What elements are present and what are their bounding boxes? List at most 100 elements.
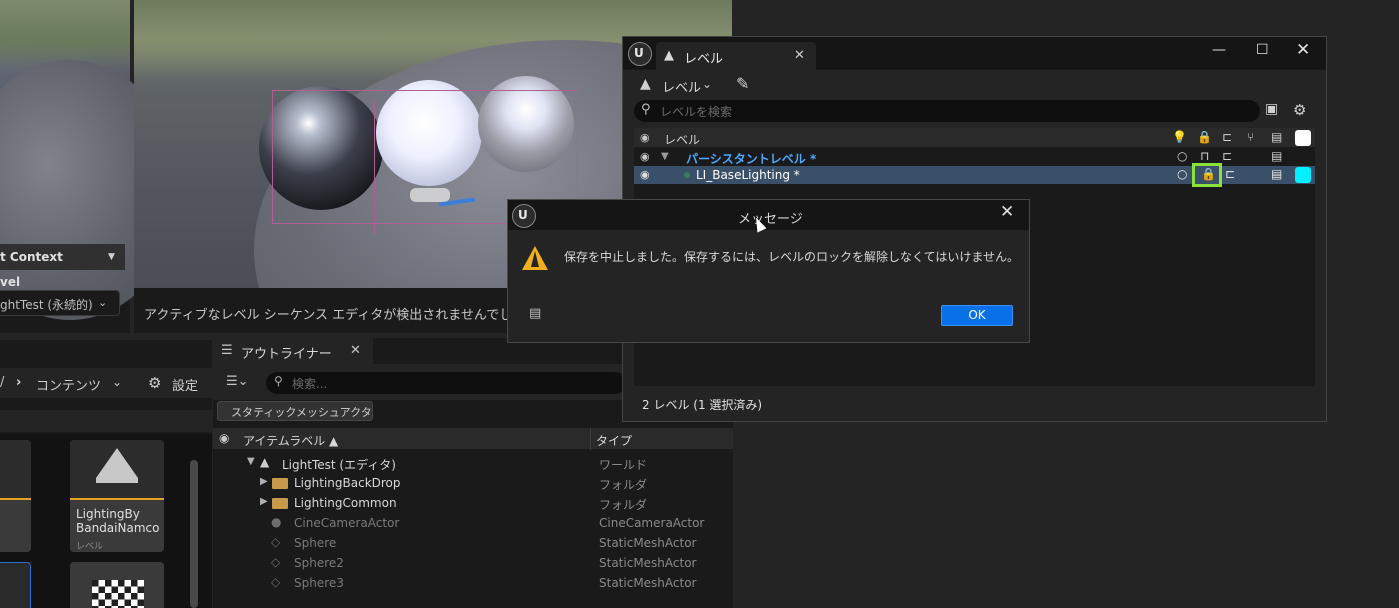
gear-icon[interactable]: ⚙ [148,374,161,392]
table-row[interactable]: ● CineCameraActor CineCameraActor [213,513,733,533]
row-name: Sphere2 [294,556,344,570]
minimize-icon[interactable]: — [1212,42,1226,58]
outliner-tab-label: アウトライナー [241,347,332,362]
row-name: CineCameraActor [294,516,400,530]
dialog-title: メッセージ [738,212,803,227]
levels-icon: ▲ [640,76,651,92]
asset-tile[interactable] [0,440,31,552]
lightbulb-icon[interactable]: 💡 [1172,130,1187,144]
row-name: Sphere [294,536,337,550]
gear-icon[interactable]: ⚙ [1293,101,1306,119]
folder-icon [272,478,288,489]
row-name: LightingBackDrop [294,476,401,490]
filter-icon[interactable]: ☰⌄ [226,374,249,389]
world-icon: ▲ [260,455,270,469]
levels-dropdown[interactable]: レベル [662,77,701,96]
table-row[interactable]: ◇ Sphere2 StaticMeshActor [213,553,733,573]
settings-button[interactable]: 設定 [172,375,198,394]
row-type: フォルダ [599,498,648,512]
asset-tile[interactable] [70,440,164,552]
camera-gizmo-icon[interactable] [410,188,450,202]
row-type: ワールド [599,458,648,472]
selection-bounds-inner [374,100,440,234]
pencil-icon[interactable]: ✎ [736,74,749,93]
column-header-label[interactable]: アイテムラベル ▲ [243,432,338,449]
add-folder-icon[interactable]: ▣ [1265,101,1278,117]
level-asset-icon [96,448,138,478]
save-icon[interactable]: ▤ [1271,130,1282,144]
table-row[interactable]: ▼ ▲ LightTest (エディタ) ワールド [213,453,733,473]
chevron-down-icon[interactable]: ⌄ [112,375,122,389]
level-status-text: 2 レベル (1 選択済み) [642,398,763,412]
eye-icon[interactable]: ◉ [219,431,229,445]
column-divider[interactable] [590,428,591,450]
static-mesh-icon: ◇ [271,535,281,549]
lock-highlight [1192,163,1222,187]
asset-tile[interactable] [70,562,164,608]
level-combo-value: ghtTest (永続的) [0,298,93,312]
expand-arrow-icon[interactable]: ▼ [661,151,669,162]
lock-icon[interactable]: 🔒 [1197,130,1212,144]
table-row[interactable]: ▶ LightingBackDrop フォルダ [213,473,733,493]
close-icon[interactable]: ✕ [1000,202,1014,222]
level-list-header [634,128,1315,147]
chevron-down-icon[interactable]: ▼ [108,252,115,262]
static-mesh-icon: ◇ [271,575,281,589]
table-row[interactable]: ▶ LightingCommon フォルダ [213,493,733,513]
asset-tile[interactable] [0,562,31,608]
level-name: パーシスタントレベル * [686,152,817,166]
unreal-logo-glyph: U [518,208,528,222]
expand-arrow-icon[interactable]: ▼ [247,456,255,467]
row-type: StaticMeshActor [599,536,697,550]
unlock-icon[interactable]: ⊓ [1200,149,1209,163]
search-placeholder: レベルを検索 [660,105,733,119]
content-browser-filter-strip [0,410,212,432]
eye-icon[interactable]: ◉ [640,168,650,181]
search-icon: ⚲ [274,374,283,388]
path-breadcrumb[interactable]: コンテンツ [36,375,101,394]
close-icon[interactable]: ✕ [1296,40,1310,60]
row-name: LightTest (エディタ) [282,458,396,472]
warning-icon-inner [531,251,539,267]
path-separator-icon: / [0,375,5,390]
eye-icon[interactable]: ◉ [640,131,650,144]
hierarchy-icon[interactable]: ⊏ [1222,130,1232,144]
unreal-logo-glyph: U [634,46,644,60]
static-mesh-icon: ◇ [271,555,281,569]
lightbulb-icon[interactable]: ○ [1177,167,1187,181]
hierarchy-icon[interactable]: ⊏ [1225,167,1235,181]
row-name: LightingCommon [294,496,397,510]
viewport-message: アクティブなレベル シーケンス エディタが検出されませんでした。 [144,308,539,323]
chevron-down-icon[interactable]: ⌄ [702,77,712,91]
asset-name: LightingBy BandaiNamco [76,507,160,535]
clipboard-icon[interactable]: ▤ [529,306,541,321]
chevron-right-icon[interactable]: › [16,375,21,390]
scrollbar[interactable] [190,460,198,608]
save-icon[interactable]: ▤ [1271,167,1282,181]
eye-icon[interactable]: ◉ [640,150,650,163]
level-color-swatch[interactable] [1295,130,1311,146]
row-type: CineCameraActor [599,516,705,530]
save-icon[interactable]: ▤ [1271,149,1282,163]
row-type: フォルダ [599,478,648,492]
column-header-level[interactable]: レベル [664,131,700,148]
chevron-down-icon[interactable]: ⌄ [98,296,107,309]
tab-levels[interactable] [656,42,816,70]
folder-icon [272,498,288,509]
levels-icon: ▲ [664,48,674,63]
table-row[interactable]: ◇ Sphere3 StaticMeshActor [213,573,733,593]
column-header-type[interactable]: タイプ [596,432,632,449]
table-row[interactable]: ◇ Sphere StaticMeshActor [213,533,733,553]
maximize-icon[interactable]: ☐ [1256,42,1269,58]
search-placeholder: 検索... [292,377,328,391]
hierarchy-icon[interactable]: ⊏ [1222,149,1232,163]
row-name: Sphere3 [294,576,344,590]
level-name: LI_BaseLighting * [696,168,800,182]
level-color-swatch[interactable] [1295,167,1311,183]
expand-arrow-icon[interactable]: ▶ [260,476,268,487]
close-icon[interactable]: ✕ [350,343,361,358]
lightbulb-icon[interactable]: ○ [1177,149,1187,163]
expand-arrow-icon[interactable]: ▶ [260,496,268,507]
branch-icon[interactable]: ⑂ [1247,130,1254,144]
close-icon[interactable]: ✕ [794,48,805,63]
